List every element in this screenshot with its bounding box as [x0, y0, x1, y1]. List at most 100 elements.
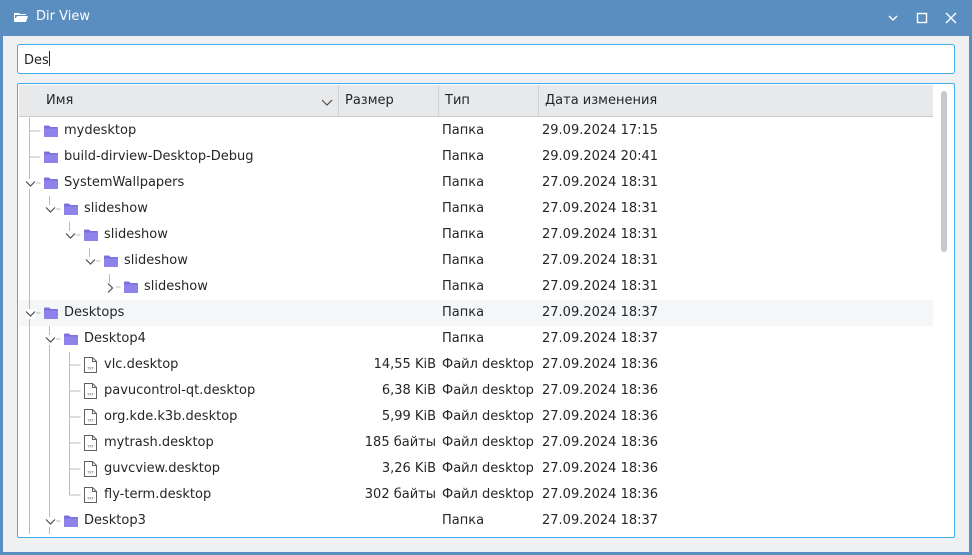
- minimize-icon: [888, 15, 898, 21]
- tree-row-size: 14,55 KiB: [373, 357, 436, 372]
- app-window: Dir View Des Имя Размер Тип Дата изменен…: [0, 0, 972, 555]
- folder-icon: [44, 177, 58, 193]
- tree-row-file[interactable]: TXT pavucontrol-qt.desktop 6,38 KiB Файл de…: [19, 378, 933, 404]
- close-button[interactable]: [941, 8, 961, 28]
- text-file-icon: TXT: [84, 435, 97, 455]
- scrollbar-thumb[interactable]: [941, 91, 947, 252]
- tree-row-name: mydesktop: [64, 123, 137, 138]
- tree-row-name: Desktop4: [84, 331, 146, 346]
- tree-row-date: 27.09.2024 18:37: [542, 305, 659, 320]
- vertical-scrollbar[interactable]: [935, 85, 953, 537]
- tree-row-folder[interactable]: Desktops Папка 27.09.2024 18:37: [19, 300, 933, 326]
- tree-rows: mydesktop Папка 29.09.2024 17:15 build-dirv…: [19, 118, 933, 537]
- tree-row-type: Папка: [442, 279, 485, 294]
- tree-row-type: Файл desktop: [442, 461, 534, 476]
- close-icon: [945, 12, 957, 24]
- tree-row-type: Файл desktop: [442, 383, 534, 398]
- chevron-down-icon[interactable]: [84, 256, 96, 267]
- minimize-button[interactable]: [883, 8, 903, 28]
- tree-row-date: 27.09.2024 18:31: [542, 175, 659, 190]
- tree-row-folder[interactable]: Desktop3 Папка 27.09.2024 18:37: [19, 508, 933, 534]
- folder-icon: [124, 281, 138, 297]
- tree-row-file[interactable]: TXT vlc.desktop 14,55 KiB Файл desktop 27.09…: [19, 352, 933, 378]
- tree-row-folder[interactable]: slideshow Папка 27.09.2024 18:31: [19, 274, 933, 300]
- tree-row-name: vlc.desktop: [104, 357, 179, 372]
- folder-icon: [64, 515, 78, 531]
- chevron-down-icon[interactable]: [24, 178, 36, 189]
- window-content: Des Имя Размер Тип Дата изменения mydesk…: [3, 36, 969, 552]
- tree-row-date: 27.09.2024 18:36: [542, 357, 659, 372]
- tree-row-date: 27.09.2024 18:36: [542, 435, 659, 450]
- tree-row-name: fly-term.desktop: [104, 487, 212, 502]
- tree-row-type: Папка: [442, 253, 485, 268]
- text-file-icon: TXT: [84, 357, 97, 377]
- svg-text:TXT: TXT: [86, 445, 95, 449]
- column-header-date[interactable]: Дата изменения: [539, 85, 933, 116]
- folder-icon: [44, 307, 58, 323]
- tree-row-type: Папка: [442, 201, 485, 216]
- tree-row-name: slideshow: [104, 227, 168, 242]
- tree-row-date: 27.09.2024 18:31: [542, 279, 659, 294]
- chevron-down-icon[interactable]: [44, 516, 56, 527]
- tree-row-date: 27.09.2024 18:36: [542, 487, 659, 502]
- tree-row-name: build-dirview-Desktop-Debug: [64, 149, 254, 164]
- column-header-size[interactable]: Размер: [339, 85, 439, 116]
- tree-row-name: Desktops: [64, 305, 125, 320]
- tree-row-folder[interactable]: mydesktop Папка 29.09.2024 17:15: [19, 118, 933, 144]
- tree-row-file[interactable]: TXT fly-term.desktop 302 байты Файл desktop…: [19, 482, 933, 508]
- column-header-type[interactable]: Тип: [439, 85, 539, 116]
- chevron-down-icon[interactable]: [24, 308, 36, 319]
- svg-text:TXT: TXT: [86, 393, 95, 397]
- tree-row-size: 185 байты: [364, 435, 436, 450]
- tree-row-type: Файл desktop: [442, 409, 534, 424]
- tree-row-folder[interactable]: slideshow Папка 27.09.2024 18:31: [19, 222, 933, 248]
- tree-row-date: 27.09.2024 18:37: [542, 513, 659, 528]
- tree-row-file[interactable]: TXT guvcview.desktop 3,26 KiB Файл desktop 2…: [19, 456, 933, 482]
- tree-row-name: org.kde.k3b.desktop: [104, 409, 238, 424]
- svg-text:TXT: TXT: [86, 367, 95, 371]
- tree-row-file[interactable]: TXT org.kde.k3b.desktop 5,99 KiB Файл deskt…: [19, 404, 933, 430]
- tree-row-type: Папка: [442, 175, 485, 190]
- tree-row-date: 29.09.2024 20:41: [542, 149, 659, 164]
- tree-row-folder[interactable]: Desktop4 Папка 27.09.2024 18:37: [19, 326, 933, 352]
- column-header-name[interactable]: Имя: [19, 85, 339, 116]
- tree-row-type: Папка: [442, 149, 485, 164]
- tree-branch-lines: [29, 274, 121, 300]
- folder-icon: [44, 125, 58, 141]
- tree-row-type: Папка: [442, 513, 485, 528]
- file-tree-view[interactable]: Имя Размер Тип Дата изменения mydesktop П…: [17, 83, 955, 538]
- tree-row-type: Папка: [442, 227, 485, 242]
- tree-row-name: SystemWallpapers: [64, 175, 185, 190]
- tree-row-type: Файл desktop: [442, 487, 534, 502]
- tree-row-size: 5,99 KiB: [381, 409, 436, 424]
- folder-icon: [84, 229, 98, 245]
- column-header: Имя Размер Тип Дата изменения: [19, 85, 933, 117]
- maximize-button[interactable]: [912, 8, 932, 28]
- tree-row-type: Папка: [442, 305, 485, 320]
- tree-row-name: slideshow: [124, 253, 188, 268]
- folder-open-icon: [14, 12, 28, 23]
- search-input[interactable]: Des: [17, 44, 955, 74]
- tree-row-name: pavucontrol-qt.desktop: [104, 383, 256, 398]
- tree-row-date: 27.09.2024 18:36: [542, 409, 659, 424]
- svg-text:TXT: TXT: [86, 471, 95, 475]
- tree-row-name: Desktop3: [84, 513, 146, 528]
- chevron-down-icon[interactable]: [64, 230, 76, 241]
- tree-row-folder[interactable]: slideshow Папка 27.09.2024 18:31: [19, 248, 933, 274]
- chevron-down-icon[interactable]: [44, 334, 56, 345]
- tree-row-size: 302 байты: [364, 487, 436, 502]
- svg-text:TXT: TXT: [86, 419, 95, 423]
- text-caret: [48, 51, 50, 66]
- chevron-right-icon[interactable]: [104, 282, 116, 293]
- title-bar[interactable]: Dir View: [0, 0, 972, 36]
- tree-row-date: 27.09.2024 18:37: [542, 331, 659, 346]
- chevron-down-icon[interactable]: [44, 204, 56, 215]
- tree-row-type: Папка: [442, 331, 485, 346]
- text-file-icon: TXT: [84, 487, 97, 507]
- tree-row-folder[interactable]: SystemWallpapers Папка 27.09.2024 18:31: [19, 170, 933, 196]
- tree-row-file[interactable]: TXT mytrash.desktop 185 байты Файл desktop 2…: [19, 430, 933, 456]
- tree-row-date: 27.09.2024 18:31: [542, 253, 659, 268]
- text-file-icon: TXT: [84, 461, 97, 481]
- tree-row-folder[interactable]: build-dirview-Desktop-Debug Папка 29.09.20…: [19, 144, 933, 170]
- tree-row-folder[interactable]: slideshow Папка 27.09.2024 18:31: [19, 196, 933, 222]
